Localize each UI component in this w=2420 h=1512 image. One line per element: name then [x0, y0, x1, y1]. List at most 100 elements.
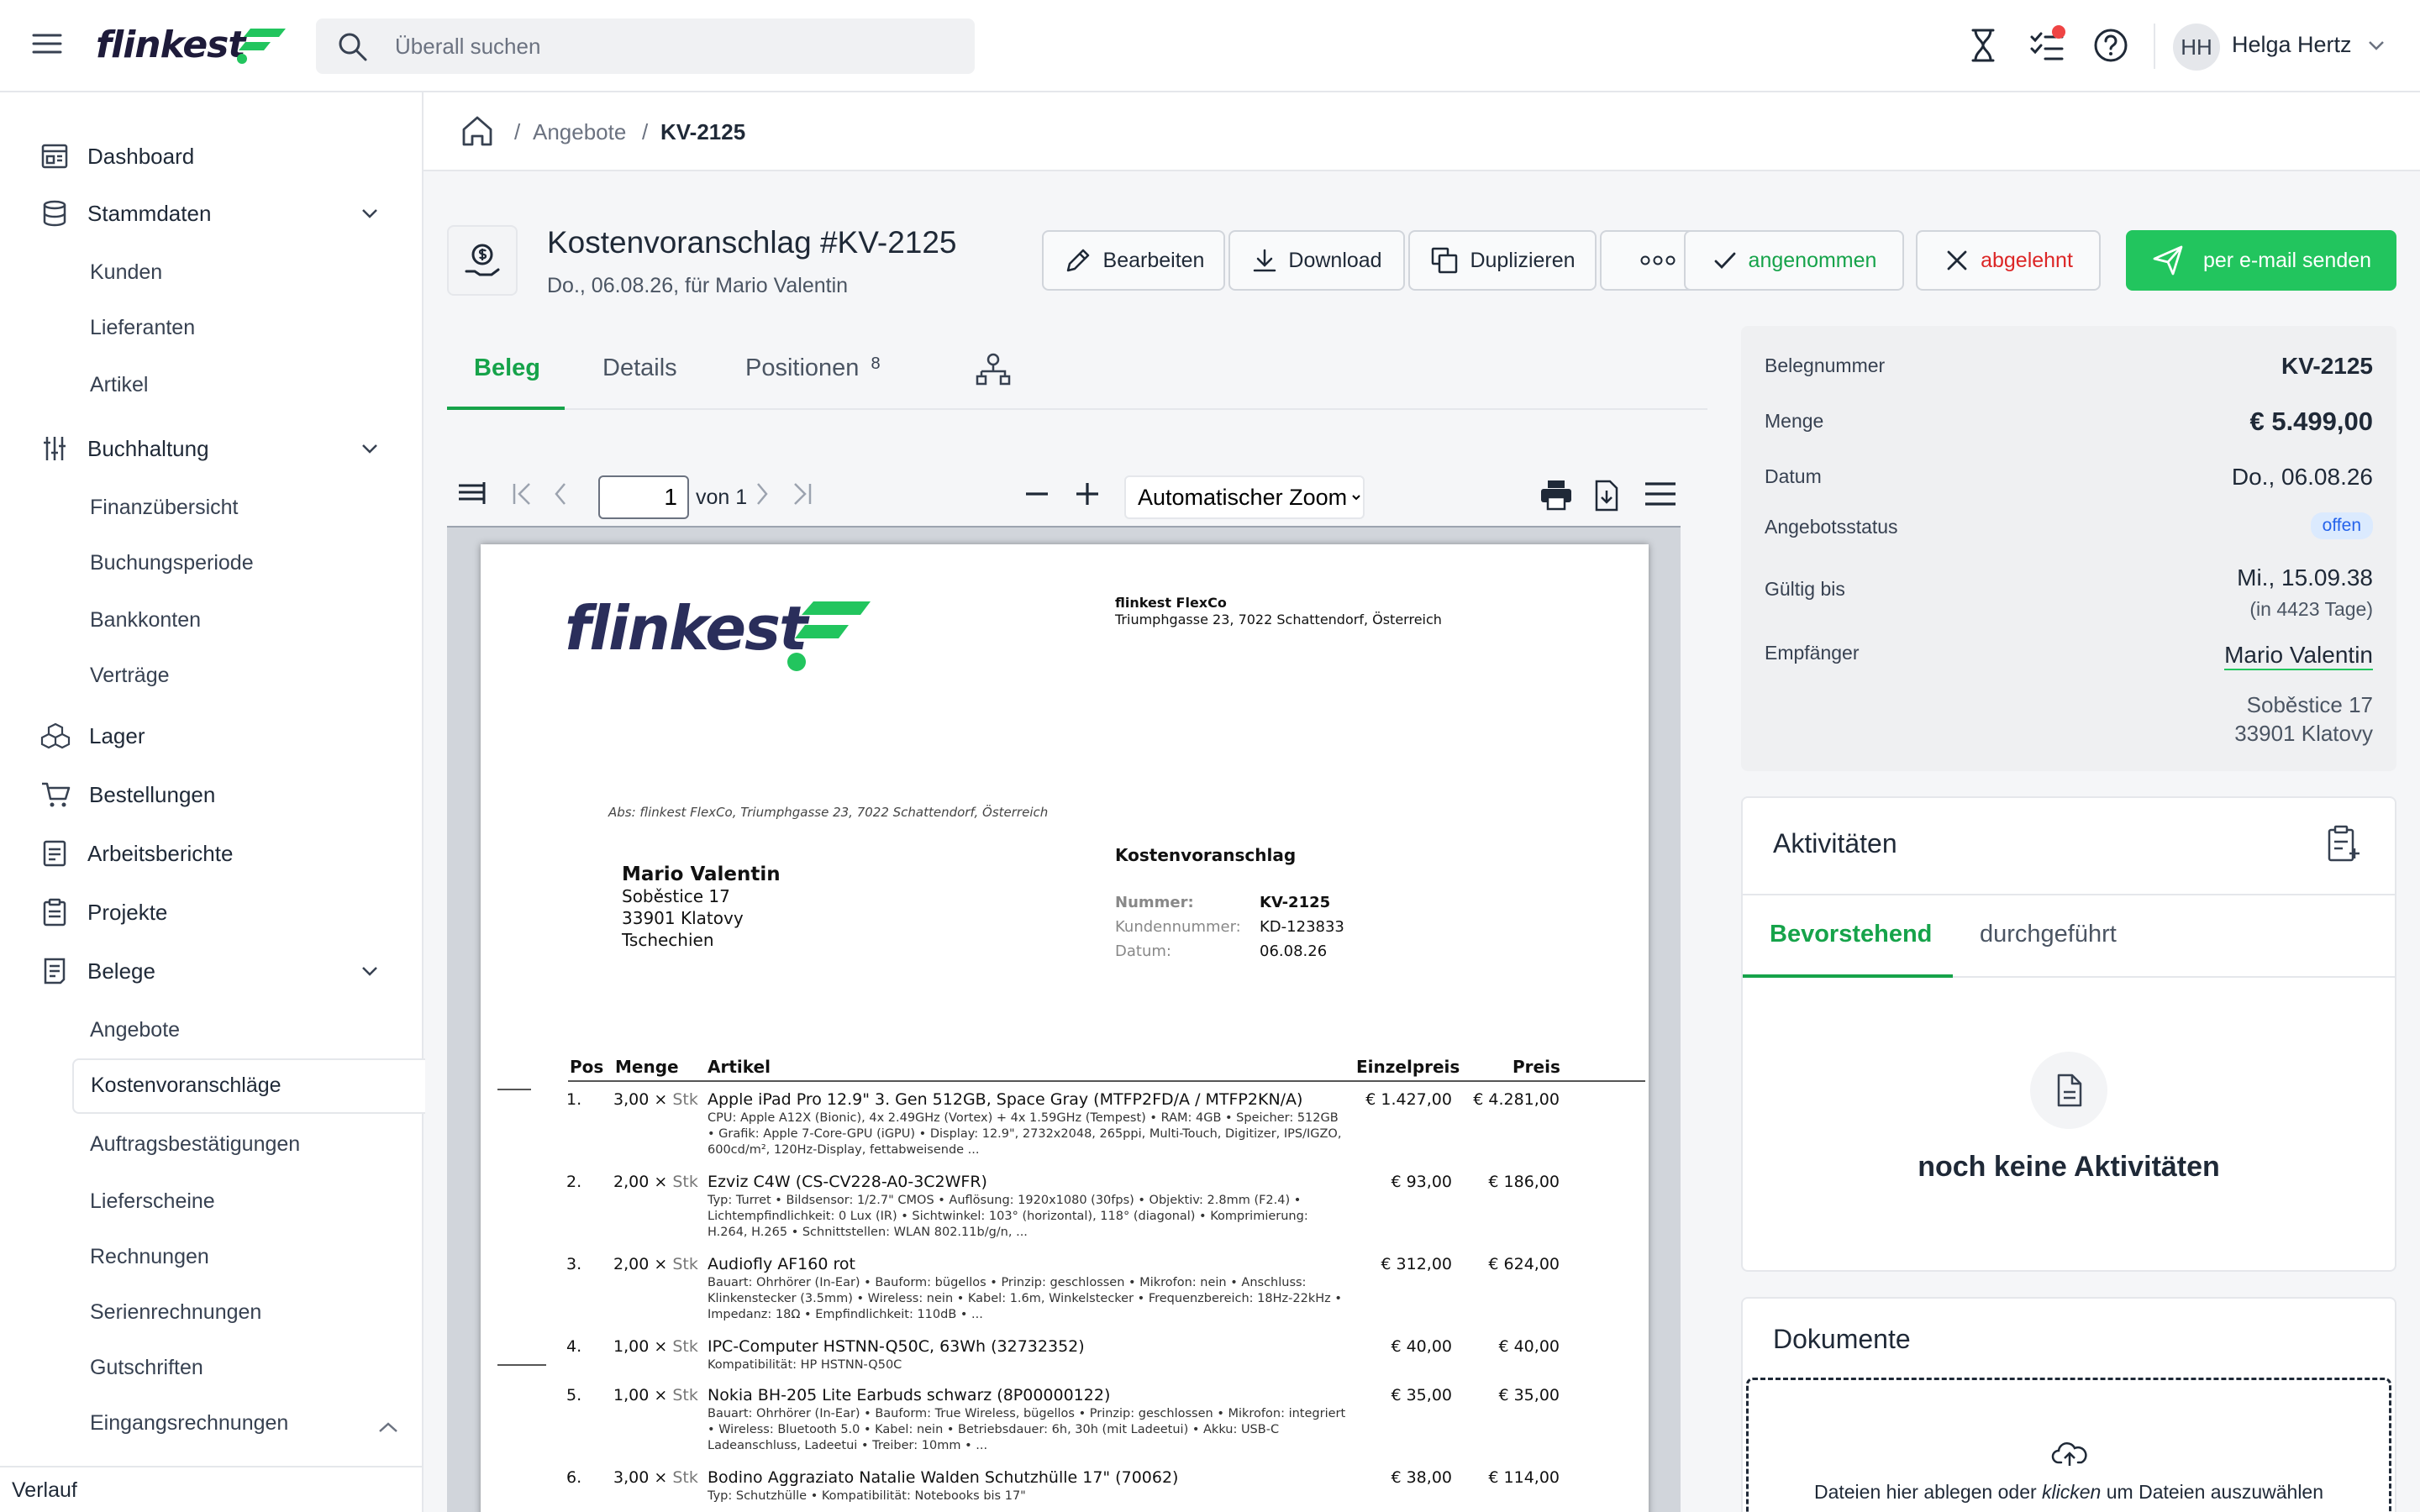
pdf-viewer[interactable]: flinkest flinkest FlexCo Triumphgasse 23… — [447, 526, 1681, 1512]
row-menge: 1,00 × Stk — [613, 1337, 698, 1356]
zoom-select[interactable]: Automatischer Zoom — [1124, 475, 1365, 519]
chevron-down-icon[interactable] — [360, 963, 380, 979]
page-subtitle: Do., 06.08.26, für Mario Valentin — [547, 274, 849, 297]
sidebar-sub-lieferanten[interactable]: Lieferanten — [90, 316, 195, 340]
tab-positionen[interactable]: Positionen 8 — [745, 354, 881, 382]
tab-upcoming[interactable]: Bevorstehend — [1770, 921, 1932, 948]
pdf-doc-type: Kostenvoranschlag — [1115, 845, 1297, 865]
tasks-icon[interactable] — [2027, 25, 2067, 66]
row-preis: € 4.281,00 — [1473, 1090, 1560, 1109]
accept-button[interactable]: angenommen — [1684, 230, 1904, 291]
next-page-icon[interactable] — [750, 479, 773, 509]
sidebar-sub-buchungsperiode[interactable]: Buchungsperiode — [90, 551, 254, 575]
pdf-toolbar: von 1 Automatischer Zoom — [447, 467, 1706, 526]
row-preis: € 114,00 — [1488, 1468, 1560, 1487]
tab-beleg[interactable]: Beleg — [474, 354, 540, 382]
page-number-input[interactable] — [598, 475, 689, 519]
pdf-meta-key: Kundennummer: — [1115, 918, 1241, 936]
sidebar-sub-kostenvoranschlaege[interactable]: Kostenvoranschläge — [72, 1058, 425, 1114]
home-icon[interactable] — [459, 113, 496, 150]
pdf-recipient-country: Tschechien — [622, 930, 714, 950]
first-page-icon[interactable] — [509, 479, 536, 509]
chevron-down-icon[interactable] — [360, 440, 380, 457]
save-file-icon[interactable] — [1591, 479, 1622, 512]
add-task-icon[interactable] — [2326, 825, 2361, 864]
row-pos: 3. — [566, 1255, 582, 1273]
app-logo[interactable]: flinkest — [96, 24, 286, 66]
recipient-link[interactable]: Mario Valentin — [2224, 642, 2373, 670]
row-desc: Bauart: Ohrhörer (In-Ear) • Bauform: büg… — [708, 1276, 1342, 1321]
pencil-icon — [1066, 249, 1089, 272]
download-icon — [1254, 249, 1276, 272]
sidebar-toggle-icon[interactable] — [455, 479, 489, 509]
sidebar-sub-bankkonten[interactable]: Bankkonten — [90, 608, 201, 633]
count-badge: 8 — [871, 354, 881, 373]
clipboard-icon — [43, 898, 66, 927]
global-search[interactable] — [316, 18, 975, 74]
sidebar-sub-eingangsrechnungen[interactable]: Eingangsrechnungen — [90, 1411, 288, 1436]
hierarchy-icon[interactable] — [975, 351, 1012, 388]
row-pos: 1. — [566, 1090, 582, 1109]
pdf-recipient: Mario Valentin Soběstice 17 33901 Klatov… — [622, 864, 781, 951]
print-icon[interactable] — [1539, 479, 1573, 511]
zoom-in-icon[interactable] — [1072, 479, 1102, 509]
tools-menu-icon[interactable] — [1642, 479, 1679, 509]
breadcrumb-current: KV-2125 — [660, 119, 746, 144]
sidebar-sub-serienrechnungen[interactable]: Serienrechnungen — [90, 1300, 261, 1325]
search-input[interactable] — [395, 27, 933, 66]
user-name[interactable]: Helga Hertz — [2232, 32, 2352, 58]
download-button[interactable]: Download — [1228, 230, 1405, 291]
sidebar-sub-gutschriften[interactable]: Gutschriften — [90, 1356, 203, 1380]
search-icon — [339, 33, 367, 61]
empty-state-text: noch keine Aktivitäten — [1918, 1151, 2220, 1183]
tab-details[interactable]: Details — [602, 354, 677, 382]
chevron-down-icon[interactable] — [2366, 37, 2386, 54]
sidebar-item-lager[interactable]: Lager — [40, 716, 145, 756]
sidebar-sub-vertraege[interactable]: Verträge — [90, 664, 170, 688]
zoom-out-icon[interactable] — [1022, 479, 1052, 509]
help-icon[interactable] — [2091, 25, 2131, 66]
tab-done[interactable]: durchgeführt — [1980, 921, 2117, 948]
logo-text: flinkest — [96, 24, 245, 66]
sidebar-item-buchhaltung[interactable]: Buchhaltung — [40, 428, 209, 469]
last-page-icon[interactable] — [788, 479, 815, 509]
sidebar-sub-finanzuebersicht[interactable]: Finanzübersicht — [90, 496, 238, 520]
menu-icon[interactable] — [32, 30, 66, 60]
chevron-down-icon[interactable] — [360, 205, 380, 222]
sidebar-item-arbeitsberichte[interactable]: Arbeitsberichte — [40, 833, 233, 874]
sidebar-sub-kunden[interactable]: Kunden — [90, 260, 162, 285]
pdf-page: flinkest flinkest FlexCo Triumphgasse 23… — [481, 544, 1649, 1512]
reject-button[interactable]: abgelehnt — [1916, 230, 2101, 291]
sidebar-item-stammdaten[interactable]: Stammdaten — [40, 193, 211, 234]
dropzone-click-link[interactable]: klicken — [2042, 1481, 2101, 1503]
chevron-up-icon[interactable] — [376, 1420, 400, 1436]
avatar[interactable]: HH — [2173, 24, 2220, 71]
info-label-datum: Datum — [1765, 465, 1822, 487]
row-preis: € 186,00 — [1488, 1173, 1560, 1191]
breadcrumb-angebote[interactable]: Angebote — [533, 119, 626, 145]
row-menge: 1,00 × Stk — [613, 1386, 698, 1404]
history-panel[interactable]: Verlauf — [0, 1466, 422, 1512]
duplicate-button[interactable]: Duplizieren — [1408, 230, 1597, 291]
prev-page-icon[interactable] — [550, 479, 573, 509]
info-gueltig: Mi., 15.09.38 — [2237, 564, 2373, 591]
breadcrumb: / Angebote / KV-2125 — [424, 92, 2420, 171]
sidebar-sub-lieferscheine[interactable]: Lieferscheine — [90, 1189, 215, 1214]
sidebar-item-bestellungen[interactable]: Bestellungen — [40, 774, 215, 815]
sidebar-item-dashboard[interactable]: Dashboard — [40, 136, 194, 176]
page-title: Kostenvoranschlag #KV-2125 — [547, 225, 957, 260]
sidebar-sub-artikel[interactable]: Artikel — [90, 373, 148, 397]
sidebar-item-label: Lager — [89, 722, 145, 748]
edit-button[interactable]: Bearbeiten — [1042, 230, 1225, 291]
sidebar-sub-rechnungen[interactable]: Rechnungen — [90, 1245, 209, 1269]
sidebar-sub-angebote[interactable]: Angebote — [90, 1018, 180, 1042]
send-email-button[interactable]: per e-mail senden — [2126, 230, 2396, 291]
sidebar-item-projekte[interactable]: Projekte — [40, 892, 167, 932]
pdf-logo-text: flinkest — [565, 593, 808, 664]
file-dropzone[interactable]: Dateien hier ablegen oder klicken um Dat… — [1746, 1378, 2391, 1512]
sidebar-sub-auftragsbestaetigungen[interactable]: Auftragsbestätigungen — [90, 1132, 300, 1157]
hourglass-icon[interactable] — [1963, 25, 2003, 66]
history-label: Verlauf — [12, 1478, 77, 1502]
row-title: IPC-Computer HSTNN-Q50C, 63Wh (32732352) — [708, 1337, 1085, 1356]
sidebar-item-belege[interactable]: Belege — [40, 951, 155, 991]
